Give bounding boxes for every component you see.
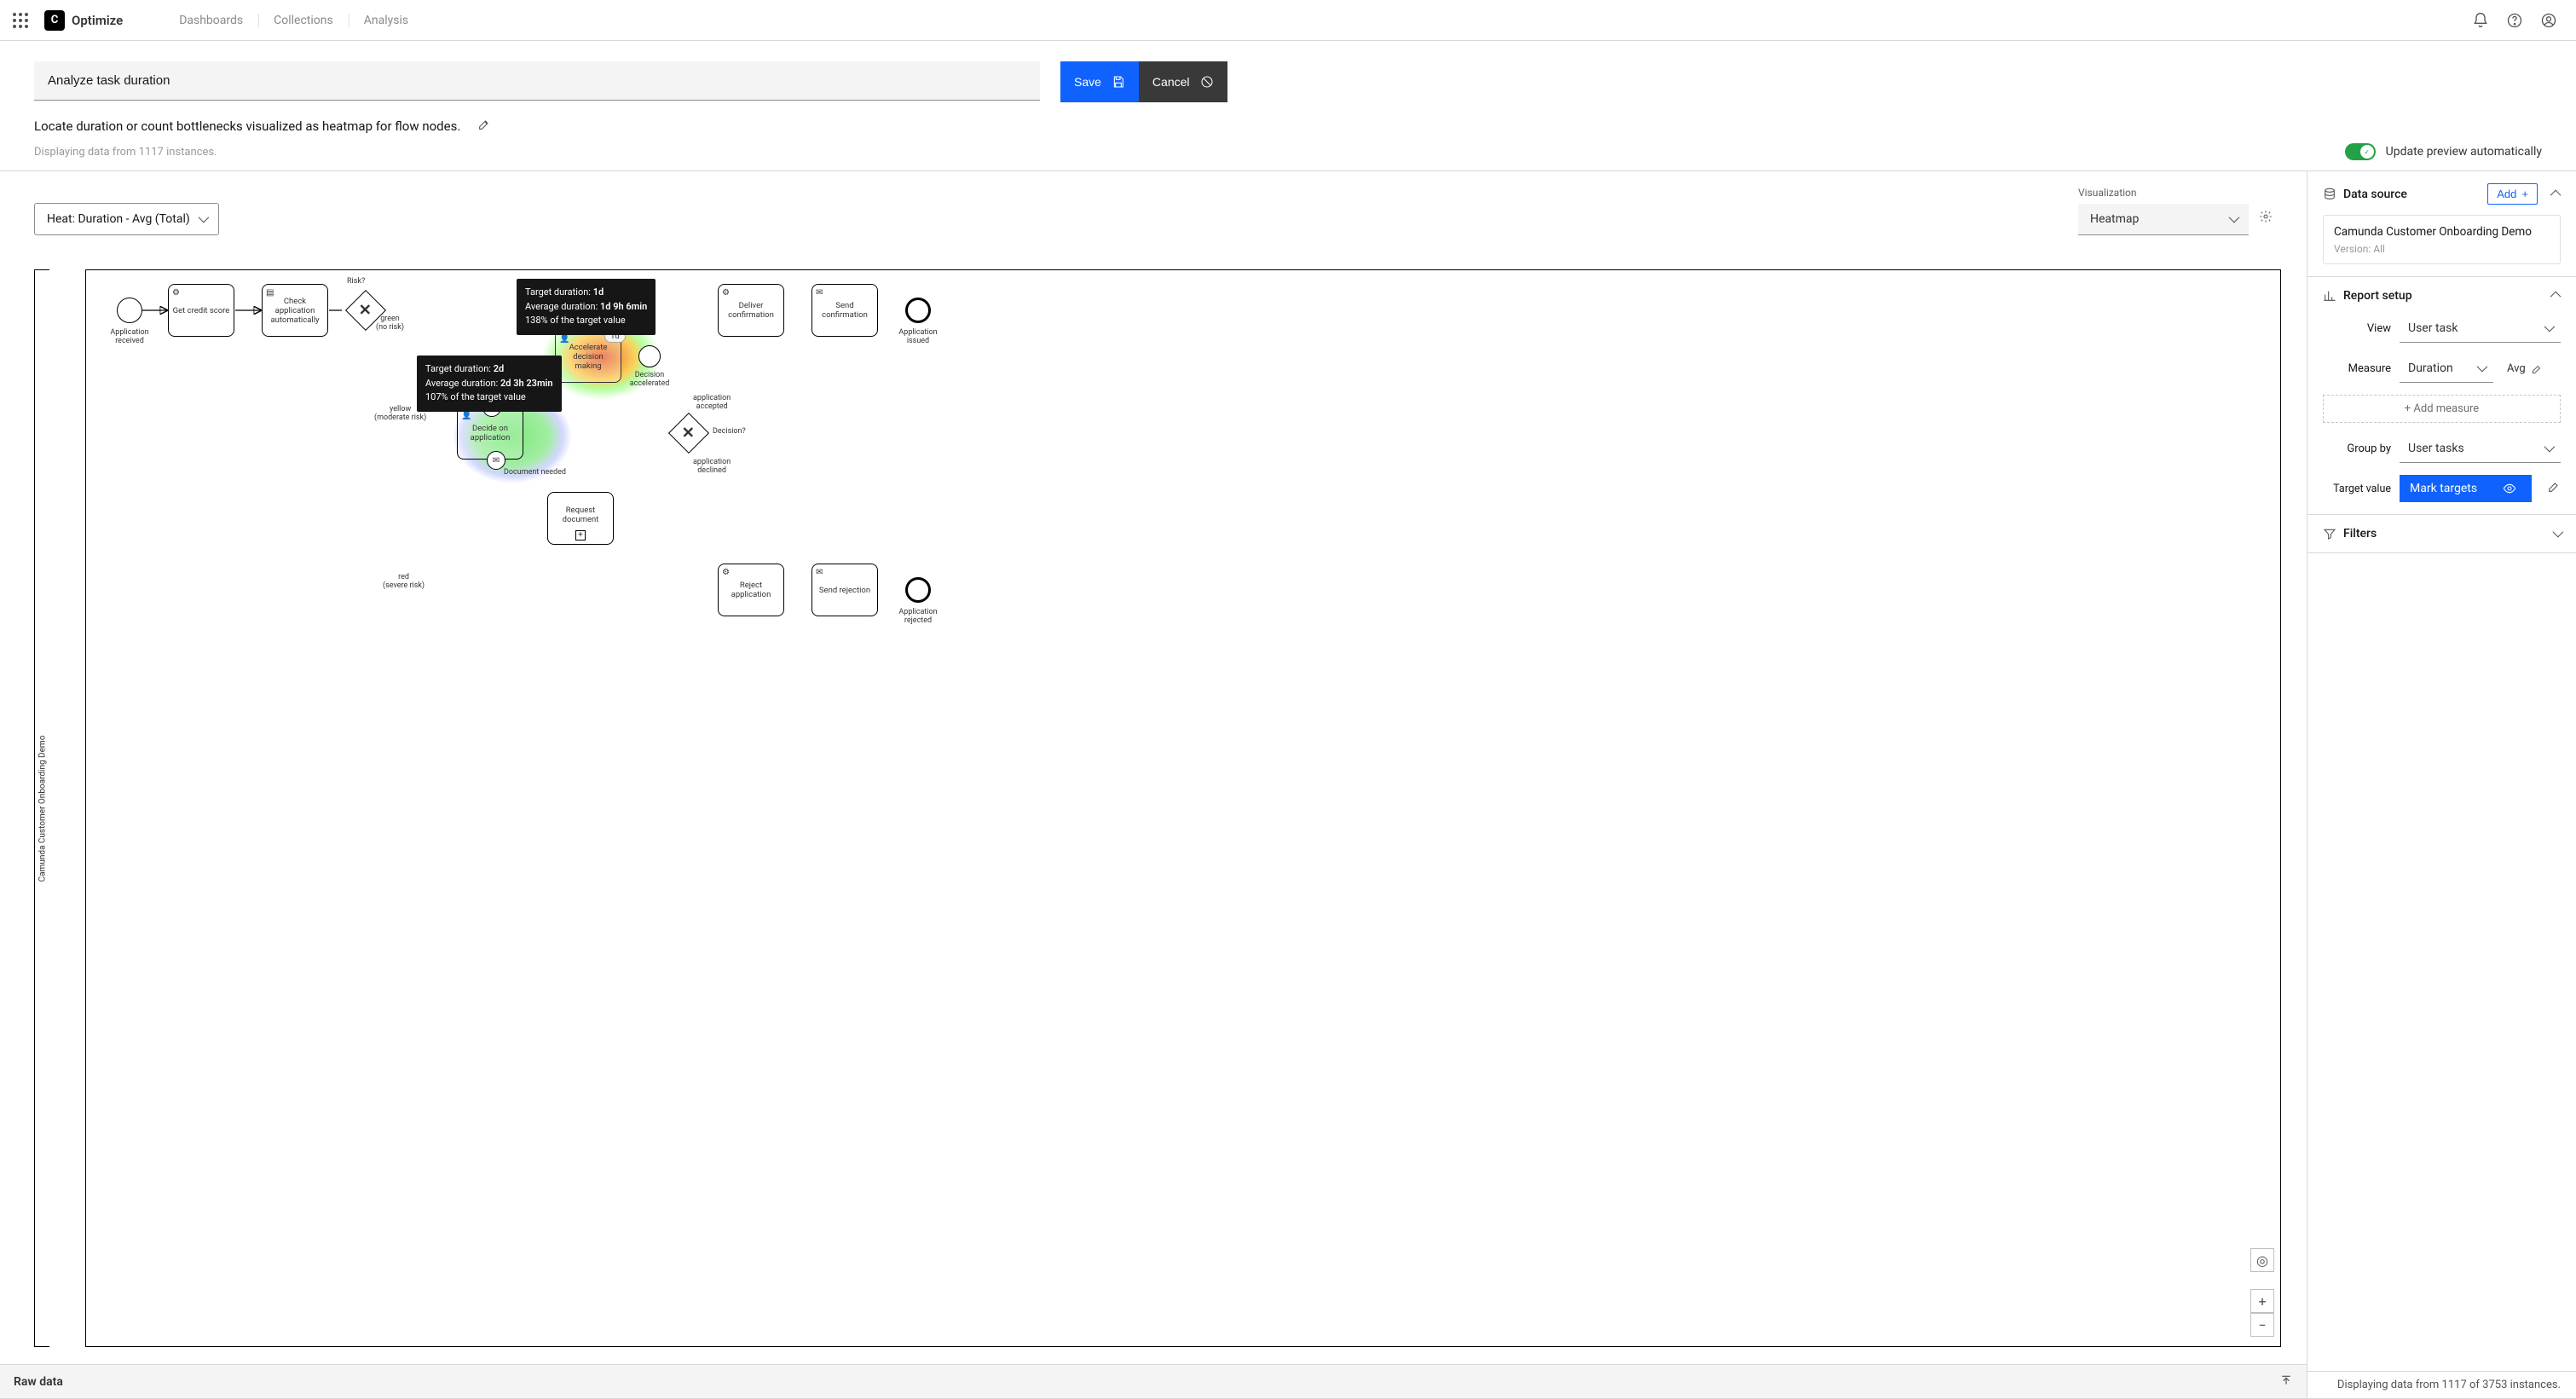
start-event-label: Application received [104, 328, 155, 345]
eye-icon [2503, 482, 2516, 495]
visualization-select[interactable]: Heatmap [2078, 204, 2249, 235]
collapse-data-source-icon[interactable] [2553, 188, 2561, 201]
measure-select[interactable]: Duration [2400, 355, 2493, 383]
save-label: Save [1074, 75, 1101, 89]
report-title-input[interactable] [34, 61, 1040, 101]
end-event-issued-label: Application issued [892, 328, 944, 345]
tooltip-decide: Target duration: 2d Average duration: 2d… [417, 356, 562, 412]
help-icon[interactable] [2498, 3, 2532, 38]
mark-targets-button[interactable]: Mark targets [2400, 475, 2532, 502]
chevron-down-icon [2229, 212, 2237, 226]
gateway-decision-label: Decision? [713, 427, 746, 436]
profile-icon[interactable] [2532, 3, 2566, 38]
zoom-out-button[interactable]: − [2250, 1313, 2274, 1337]
measure-label: Measure [2323, 362, 2391, 375]
add-data-source-button[interactable]: Add+ [2487, 183, 2538, 205]
subprocess-request-document[interactable]: Request document+ [547, 492, 614, 545]
update-preview-label: Update preview automatically [2386, 145, 2542, 159]
pool-label: Camunda Customer Onboarding Demo [34, 269, 49, 1347]
view-label: View [2323, 322, 2391, 335]
evt-document-needed-label: Document needed [504, 468, 566, 477]
gateway-decision[interactable]: ✕ [668, 413, 709, 454]
save-button[interactable]: Save [1060, 61, 1139, 102]
report-setup-title: Report setup [2343, 289, 2412, 303]
group-by-select[interactable]: User tasks [2400, 435, 2561, 463]
cancel-label: Cancel [1152, 75, 1190, 89]
recenter-button[interactable]: ◎ [2250, 1248, 2274, 1272]
tooltip-accelerate: Target duration: 1d Average duration: 1d… [517, 279, 656, 335]
task-get-credit-score[interactable]: ⚙Get credit score [168, 284, 234, 337]
gateway-risk-label: Risk? [347, 277, 365, 286]
sidebar-footer: Displaying data from 1117 of 3753 instan… [2307, 1371, 2576, 1398]
end-event-rejected-label: Application rejected [892, 608, 944, 625]
instances-note: Displaying data from 1117 instances. [34, 146, 217, 159]
aggregation-edit[interactable]: Avg [2507, 362, 2543, 375]
save-icon [1112, 75, 1125, 89]
end-event-rejected[interactable] [905, 577, 931, 603]
raw-data-label: Raw data [14, 1375, 63, 1389]
update-preview-toggle[interactable]: ✓ [2345, 143, 2376, 160]
heat-dropdown[interactable]: Heat: Duration - Avg (Total) [34, 203, 219, 235]
expand-filters-icon[interactable] [2553, 527, 2561, 541]
nav-dashboards[interactable]: Dashboards [164, 14, 258, 27]
data-source-card-title: Camunda Customer Onboarding Demo [2334, 224, 2550, 240]
task-reject-application[interactable]: ⚙Reject application [718, 564, 784, 616]
filters-icon [2323, 527, 2336, 541]
task-deliver-confirmation[interactable]: ⚙Deliver confirmation [718, 284, 784, 337]
data-source-title: Data source [2343, 188, 2407, 201]
zoom-in-button[interactable]: + [2250, 1289, 2274, 1313]
task-check-application[interactable]: ▤Check application automatically [262, 284, 328, 337]
edge-accepted: application accepted [693, 394, 731, 411]
visualization-settings-icon[interactable] [2259, 210, 2273, 235]
group-by-label: Group by [2323, 442, 2391, 455]
edge-red: red (severe risk) [383, 573, 425, 590]
visualization-label: Visualization [2078, 187, 2137, 199]
target-value-label: Target value [2323, 483, 2391, 495]
edge-declined: application declined [693, 458, 731, 475]
filters-title: Filters [2343, 527, 2377, 541]
notifications-icon[interactable] [2463, 3, 2498, 38]
bpmn-diagram[interactable]: Camunda Customer Onboarding Demo [34, 251, 2281, 1347]
edge-green: green (no risk) [376, 315, 404, 332]
brand-logo: C [44, 10, 65, 31]
cancel-icon [1200, 75, 1214, 89]
raw-data-toggle-icon[interactable] [2279, 1373, 2293, 1390]
edit-description-icon[interactable] [477, 118, 491, 135]
report-description: Locate duration or count bottlenecks vis… [34, 119, 460, 134]
heat-dropdown-label: Heat: Duration - Avg (Total) [47, 212, 190, 226]
cancel-button[interactable]: Cancel [1139, 61, 1227, 102]
intermediate-event-decision-accelerated[interactable] [638, 345, 661, 367]
end-event-issued[interactable] [905, 298, 931, 323]
data-source-card[interactable]: Camunda Customer Onboarding Demo Version… [2323, 215, 2561, 264]
task-send-confirmation[interactable]: ✉Send confirmation [811, 284, 878, 337]
view-select[interactable]: User task [2400, 315, 2561, 343]
visualization-value: Heatmap [2090, 212, 2139, 226]
collapse-report-setup-icon[interactable] [2553, 289, 2561, 303]
add-measure-button[interactable]: + Add measure [2323, 395, 2561, 423]
evt-decision-accelerated-label: Decision accelerated [624, 371, 675, 388]
start-event[interactable] [117, 298, 142, 323]
report-setup-icon [2323, 289, 2336, 303]
app-switcher-icon[interactable] [10, 10, 31, 31]
nav-analysis[interactable]: Analysis [349, 14, 424, 27]
data-source-card-version: Version: All [2334, 243, 2550, 255]
task-send-rejection[interactable]: ✉Send rejection [811, 564, 878, 616]
nav-collections[interactable]: Collections [258, 14, 349, 27]
brand-name: Optimize [72, 13, 123, 28]
chevron-down-icon [199, 212, 206, 226]
data-source-icon [2323, 188, 2336, 201]
boundary-event-document[interactable]: ✉ [487, 451, 505, 470]
edit-targets-icon[interactable] [2547, 480, 2561, 497]
